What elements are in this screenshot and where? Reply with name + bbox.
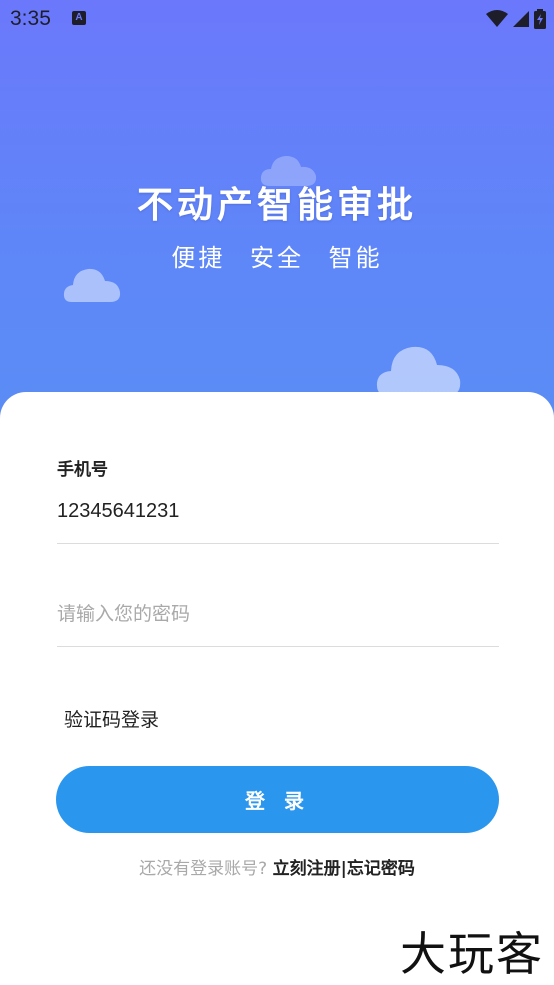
password-divider <box>57 646 499 647</box>
no-account-text: 还没有登录账号? <box>139 859 268 879</box>
register-link[interactable]: 立刻注册 <box>273 859 341 879</box>
sms-login-link[interactable]: 验证码登录 <box>64 705 159 732</box>
status-time: 3:35 <box>10 7 51 30</box>
forgot-password-link[interactable]: 忘记密码 <box>347 859 415 879</box>
app-subtitle: 便捷 安全 智能 <box>171 244 383 272</box>
watermark: 大玩客 <box>400 927 544 981</box>
wifi-icon <box>486 10 508 27</box>
signal-icon <box>513 11 529 27</box>
status-bar: 3:35 A <box>0 0 554 40</box>
phone-divider <box>57 543 499 544</box>
status-icons <box>486 8 546 30</box>
password-input[interactable] <box>57 598 499 630</box>
notification-icon: A <box>72 11 86 25</box>
phone-input[interactable] <box>57 495 499 527</box>
phone-label: 手机号 <box>57 460 108 480</box>
login-card <box>0 392 554 985</box>
cloud-icon <box>376 346 461 396</box>
hero-banner: 3:35 A 不动产智能审批 便捷 安全 智能 <box>0 0 554 430</box>
login-button[interactable]: 登 录 <box>56 766 499 833</box>
app-title: 不动产智能审批 <box>136 185 417 226</box>
battery-icon <box>534 9 546 29</box>
register-row: 还没有登录账号? 立刻注册|忘记密码 <box>0 854 554 879</box>
